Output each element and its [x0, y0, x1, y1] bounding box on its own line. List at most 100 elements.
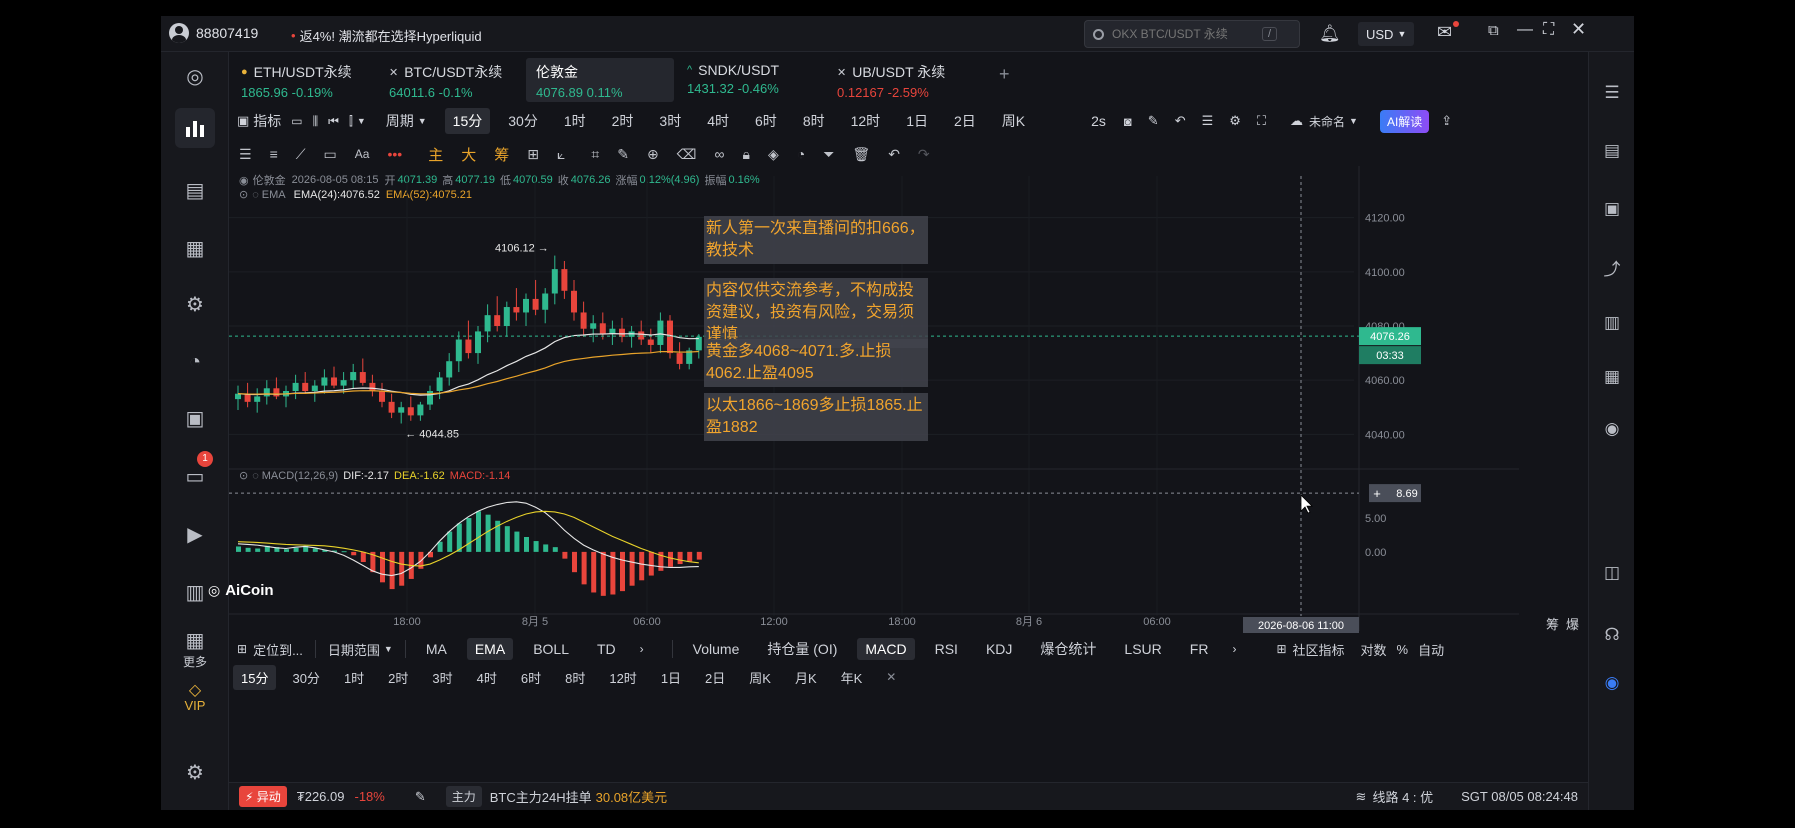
- template-icon[interactable]: ▭: [291, 114, 302, 128]
- bottom-period-8[interactable]: 12时: [601, 665, 644, 690]
- bottom-period-5[interactable]: 4时: [469, 665, 505, 690]
- more-dots-icon[interactable]: •••: [387, 146, 402, 162]
- period-option-7[interactable]: 8时: [795, 108, 833, 134]
- sub-indicator-6[interactable]: LSUR: [1116, 638, 1169, 660]
- bottom-period-3[interactable]: 2时: [380, 665, 416, 690]
- add-tab-icon[interactable]: +: [999, 64, 1010, 85]
- log-scale-toggle[interactable]: 对数: [1361, 640, 1387, 659]
- mail-icon[interactable]: ✉: [1437, 22, 1452, 43]
- period-option-0[interactable]: 15分: [444, 108, 491, 134]
- camera-icon[interactable]: ◙: [1124, 114, 1132, 129]
- tab-gold[interactable]: 伦敦金 4076.89 0.11%: [526, 58, 674, 102]
- more-label[interactable]: 更多: [175, 653, 215, 670]
- share-icon[interactable]: ⇪: [1441, 113, 1452, 129]
- bot-icon[interactable]: ◉: [1597, 414, 1627, 444]
- sub-indicator-0[interactable]: Volume: [685, 638, 748, 660]
- user-info[interactable]: 88807419: [169, 23, 258, 43]
- chevron-right-icon[interactable]: ›: [1232, 642, 1236, 656]
- bottom-period-7[interactable]: 8时: [557, 665, 593, 690]
- replay-icon[interactable]: ⏮: [328, 114, 339, 129]
- percent-scale-toggle[interactable]: %: [1397, 642, 1409, 657]
- wallet-nav-icon[interactable]: ▣: [175, 398, 215, 438]
- chevron-down-icon[interactable]: ▼: [384, 644, 393, 654]
- chevron-down-icon[interactable]: ▼: [357, 116, 366, 126]
- bottom-period-11[interactable]: 周K: [741, 665, 779, 690]
- zoom-icon[interactable]: ⊕: [647, 146, 659, 163]
- promo-banner[interactable]: • 返4%! 潮流都在选择Hyperliquid: [291, 26, 482, 45]
- order-icon[interactable]: ▣: [1597, 194, 1627, 224]
- macd-label[interactable]: MACD(12,26,9): [262, 470, 338, 482]
- tab-close-icon[interactable]: ✕: [389, 66, 398, 79]
- calendar-icon[interactable]: ▦: [1597, 362, 1627, 392]
- period-label[interactable]: 周期: [386, 111, 414, 131]
- chevron-right-icon[interactable]: ›: [640, 642, 644, 656]
- bell-icon[interactable]: 🔔︎: [1319, 24, 1341, 44]
- robot-nav-icon[interactable]: ⚙: [175, 284, 215, 324]
- monitor-icon[interactable]: ▥: [1597, 308, 1627, 338]
- trash-icon[interactable]: 🗑︎: [852, 146, 870, 163]
- maximize-icon[interactable]: ⛶: [1543, 21, 1554, 39]
- period-option-5[interactable]: 4时: [699, 108, 737, 134]
- line-status[interactable]: 线路 4 : 优: [1372, 787, 1433, 806]
- big-order-button[interactable]: 大: [461, 144, 476, 165]
- burst-button[interactable]: 爆: [1566, 614, 1579, 633]
- ai-analysis-button[interactable]: AI解读: [1379, 109, 1430, 133]
- magnet-icon[interactable]: ⊞: [527, 146, 539, 163]
- eraser-icon[interactable]: ⌫: [677, 146, 697, 163]
- pen-icon[interactable]: ✎: [617, 146, 629, 163]
- macd-eye-icon[interactable]: ◌: [252, 470, 259, 482]
- tab-close-icon[interactable]: ✕: [837, 66, 846, 79]
- measure-icon[interactable]: ⟀: [557, 146, 565, 163]
- home-logo-icon[interactable]: ◎: [175, 56, 215, 96]
- menu-icon[interactable]: ☰: [239, 146, 252, 163]
- sub-indicator-3[interactable]: RSI: [927, 638, 966, 660]
- sub-indicator-7[interactable]: FR: [1182, 638, 1217, 660]
- sub-indicator-1[interactable]: 持仓量 (OI): [759, 636, 845, 662]
- bottom-period-13[interactable]: 年K: [833, 665, 871, 690]
- headset-icon[interactable]: ☊: [1597, 620, 1627, 650]
- close-period-icon[interactable]: ✕: [886, 670, 896, 684]
- trendline-icon[interactable]: ⟋: [296, 146, 306, 163]
- period-option-8[interactable]: 12时: [843, 108, 889, 134]
- bottom-period-1[interactable]: 30分: [284, 665, 327, 690]
- bottom-period-0[interactable]: 15分: [233, 664, 277, 690]
- chip-distribution-button[interactable]: 筹: [1546, 614, 1559, 633]
- chart-type-icon[interactable]: ⫿: [349, 114, 353, 129]
- period-option-11[interactable]: 周K: [994, 108, 1033, 134]
- pencil-icon[interactable]: ✎: [1148, 113, 1159, 129]
- settings-gear-icon[interactable]: ⚙: [175, 752, 215, 792]
- chip-button[interactable]: 筹: [494, 144, 509, 165]
- bottom-period-9[interactable]: 1日: [653, 665, 689, 690]
- chevron-down-icon[interactable]: ▼: [1349, 116, 1358, 126]
- redo-icon[interactable]: ↷: [918, 146, 930, 163]
- text-icon[interactable]: Aa: [355, 147, 370, 161]
- date-range-button[interactable]: 日期范围: [328, 640, 380, 659]
- document-nav-icon[interactable]: ▦: [175, 228, 215, 268]
- indicator-button[interactable]: 指标: [253, 111, 281, 131]
- vip-label[interactable]: VIP: [175, 698, 215, 713]
- main-indicator-2[interactable]: BOLL: [525, 638, 577, 660]
- rectangle-icon[interactable]: ▭: [324, 146, 337, 163]
- currency-select[interactable]: USD ▼: [1358, 22, 1415, 46]
- layout-name[interactable]: 未命名: [1309, 113, 1345, 130]
- layout-cloud-icon[interactable]: ☁: [1290, 113, 1303, 129]
- layout-icon[interactable]: ◫: [1597, 558, 1627, 588]
- community-icon[interactable]: ⊞: [1276, 642, 1286, 656]
- fullscreen-icon[interactable]: ⛶: [1257, 113, 1266, 129]
- period-option-4[interactable]: 3时: [651, 108, 689, 134]
- bottom-period-4[interactable]: 3时: [424, 665, 460, 690]
- bottom-period-10[interactable]: 2日: [697, 665, 733, 690]
- bottom-period-2[interactable]: 1时: [336, 665, 372, 690]
- filter-icon[interactable]: ⏷: [823, 146, 834, 163]
- video-nav-icon[interactable]: ▶: [175, 514, 215, 554]
- close-icon[interactable]: ✕: [1571, 19, 1586, 40]
- search-input[interactable]: [1112, 27, 1262, 41]
- community-indicator-button[interactable]: 社区指标: [1293, 640, 1345, 659]
- main-indicator-0[interactable]: MA: [418, 638, 455, 660]
- list-settings-icon[interactable]: ☰: [1202, 113, 1214, 129]
- period-option-2[interactable]: 1时: [556, 108, 594, 134]
- list-icon[interactable]: ☰: [1597, 78, 1627, 108]
- news-nav-icon[interactable]: ▤: [175, 170, 215, 210]
- bottom-period-12[interactable]: 月K: [787, 665, 825, 690]
- undo-icon[interactable]: ↶: [1175, 113, 1186, 129]
